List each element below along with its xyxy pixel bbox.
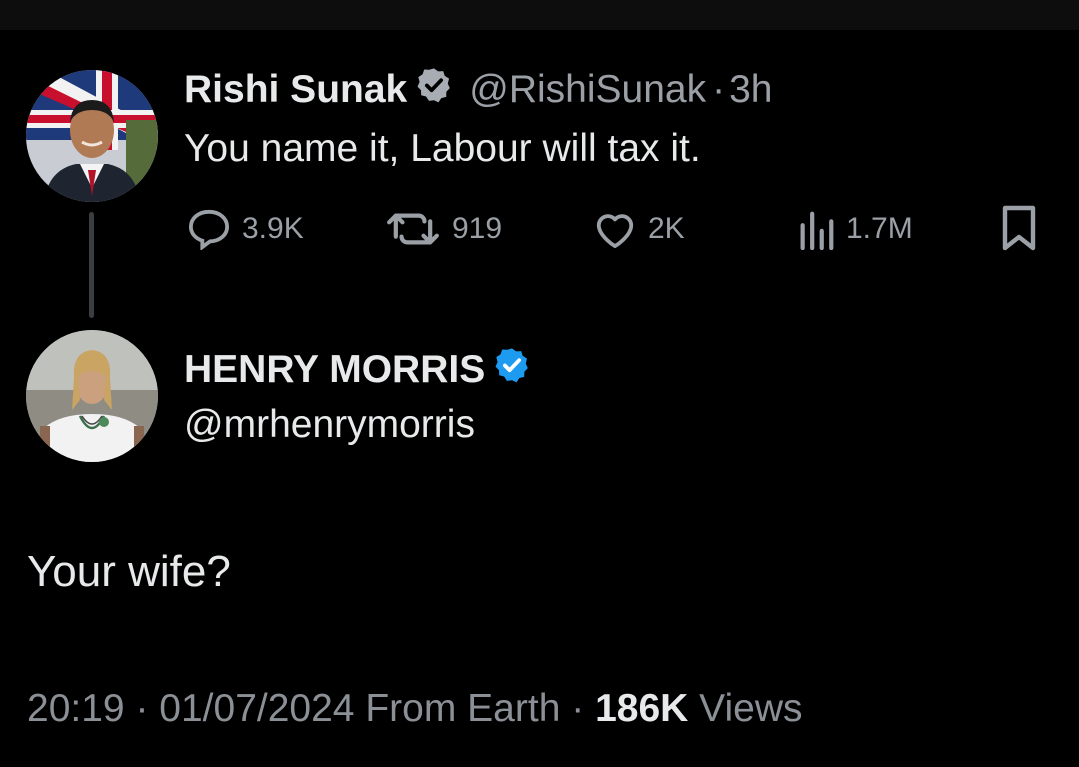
- reply-views-count: 186K: [595, 687, 689, 730]
- tweet-time[interactable]: 3h: [729, 68, 772, 112]
- separator-dot: ·: [135, 687, 149, 730]
- verified-badge-icon: [493, 346, 531, 394]
- reply-meta-line: 20:19 · 01/07/2024 From Earth · 186K Vie…: [27, 687, 802, 731]
- reply-icon: [188, 209, 230, 250]
- tweet-text: You name it, Labour will tax it.: [184, 127, 701, 170]
- views-count: 1.7M: [846, 212, 913, 245]
- reply-text: Your wife?: [27, 547, 231, 596]
- retweet-count: 919: [452, 212, 503, 245]
- reply-author-handle[interactable]: @mrhenrymorris: [184, 402, 475, 448]
- author-name[interactable]: Rishi Sunak: [184, 68, 407, 112]
- reply-date[interactable]: 01/07/2024: [159, 687, 354, 730]
- reply-button[interactable]: 3.9K: [186, 208, 304, 250]
- like-count: 2K: [648, 212, 685, 245]
- thread-connector-line: [89, 212, 94, 318]
- reply-header: HENRY MORRIS: [184, 347, 531, 393]
- retweet-icon: [387, 213, 439, 245]
- reply-count: 3.9K: [242, 212, 304, 245]
- views-icon: [800, 211, 834, 250]
- verified-badge-icon: [415, 66, 453, 114]
- tweet-header: Rishi Sunak @RishiSunak · 3h: [184, 67, 772, 113]
- author-handle[interactable]: @RishiSunak: [469, 68, 706, 112]
- avatar-rishi-sunak[interactable]: [26, 70, 158, 202]
- reply-author-name[interactable]: HENRY MORRIS: [184, 348, 485, 392]
- top-bar: [0, 0, 1079, 30]
- retweet-button[interactable]: 919: [384, 208, 502, 250]
- separator-dot: ·: [712, 68, 726, 111]
- like-button[interactable]: 2K: [592, 208, 685, 250]
- separator-dot: ·: [571, 687, 585, 730]
- reply-views-label: Views: [699, 687, 803, 730]
- like-icon: [596, 214, 634, 249]
- bookmark-button[interactable]: [1000, 204, 1048, 252]
- avatar-henry-morris[interactable]: [26, 330, 158, 462]
- bookmark-icon: [1002, 205, 1036, 251]
- reply-time[interactable]: 20:19: [27, 687, 125, 730]
- views-button[interactable]: 1.7M: [796, 208, 913, 250]
- reply-source: From Earth: [365, 687, 561, 730]
